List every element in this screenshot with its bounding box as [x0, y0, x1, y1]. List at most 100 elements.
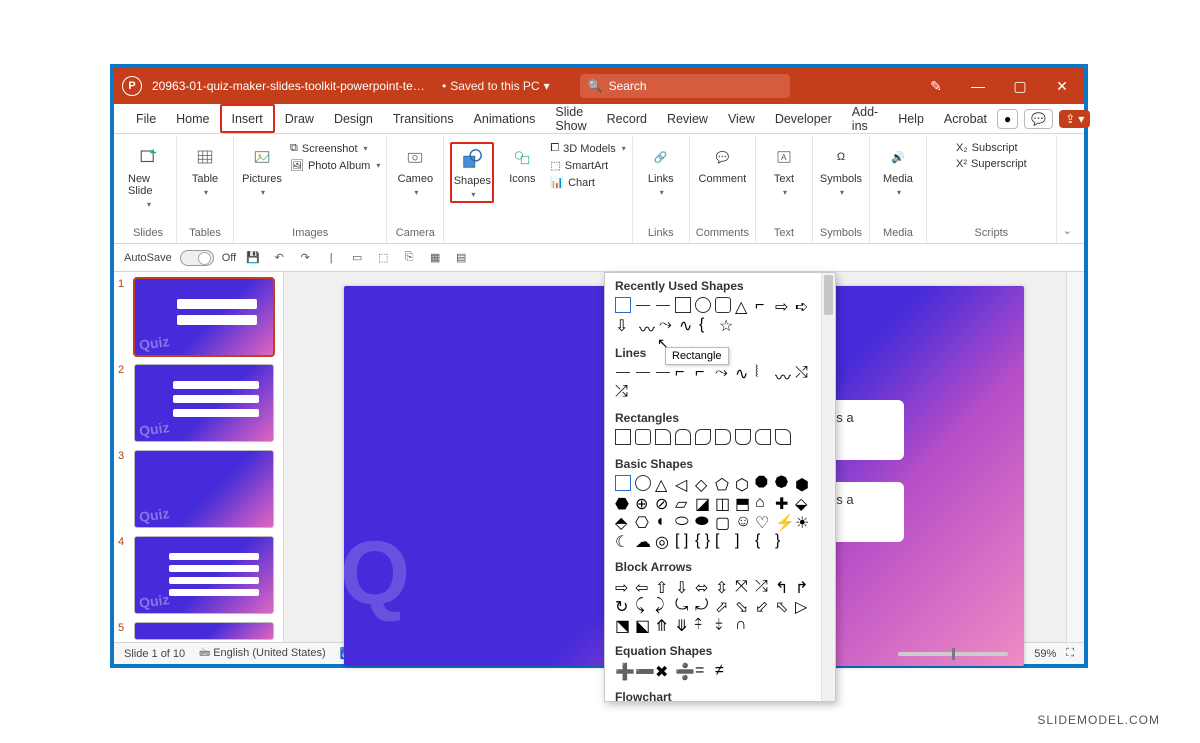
- tab-draw[interactable]: Draw: [275, 104, 324, 133]
- shape-rounded-rect[interactable]: [715, 297, 731, 313]
- comments-toggle[interactable]: 💬: [1024, 109, 1053, 129]
- bshape[interactable]: ▱: [675, 494, 691, 510]
- arrow[interactable]: ⬀: [715, 597, 731, 613]
- photo-album-button[interactable]: 🖼Photo Album: [290, 159, 380, 172]
- bshape[interactable]: ⬡: [735, 475, 751, 491]
- slide-counter[interactable]: Slide 1 of 10: [124, 648, 185, 660]
- subscript-button[interactable]: X₂ Subscript: [956, 142, 1027, 154]
- rect-7[interactable]: [735, 429, 751, 445]
- autosave-toggle[interactable]: [180, 250, 214, 266]
- save-icon[interactable]: 💾: [244, 249, 262, 267]
- tab-review[interactable]: Review: [657, 104, 718, 133]
- arrow[interactable]: ⤸: [655, 597, 671, 613]
- qat-btn-5[interactable]: ▤: [452, 249, 470, 267]
- thumbnail-2[interactable]: Quiz: [134, 364, 274, 442]
- bshape[interactable]: ✚: [775, 494, 791, 510]
- bshape[interactable]: ☾: [615, 532, 631, 548]
- arrow[interactable]: ⤊: [655, 616, 671, 632]
- slide-canvas[interactable]: Q ple text. Insert your here. This is a …: [284, 272, 1084, 642]
- tab-animations[interactable]: Animations: [464, 104, 546, 133]
- bshape[interactable]: ⎔: [635, 513, 651, 529]
- line-conn[interactable]: ⤭: [795, 364, 811, 380]
- line-conn2[interactable]: ⤮: [615, 383, 631, 399]
- fit-button[interactable]: ⛶: [1066, 647, 1074, 660]
- rect-6[interactable]: [715, 429, 731, 445]
- superscript-button[interactable]: X² Superscript: [956, 158, 1027, 170]
- eq-minus[interactable]: ➖: [635, 662, 651, 678]
- bshape[interactable]: ⬠: [715, 475, 731, 491]
- arrow[interactable]: ⤮: [755, 578, 771, 594]
- arrow[interactable]: ⤋: [675, 616, 691, 632]
- eq-neq[interactable]: ≠: [715, 662, 731, 678]
- shape-line[interactable]: [635, 297, 651, 313]
- eq-plus[interactable]: ➕: [615, 662, 631, 678]
- shape-arrow-down[interactable]: ⇩: [615, 316, 631, 332]
- tab-help[interactable]: Help: [888, 104, 934, 133]
- shape-curve[interactable]: 〰: [639, 316, 655, 332]
- eq-div[interactable]: ➗: [675, 662, 691, 678]
- bshape[interactable]: [635, 475, 651, 491]
- rect-5[interactable]: [695, 429, 711, 445]
- bshape[interactable]: △: [655, 475, 671, 491]
- arrow[interactable]: ⬔: [615, 616, 631, 632]
- arrow[interactable]: ⇧: [655, 578, 671, 594]
- line-elbow2[interactable]: ⌐: [695, 364, 711, 380]
- icons-button[interactable]: Icons: [500, 142, 544, 187]
- arrow[interactable]: ▷: [795, 597, 811, 613]
- text-button[interactable]: AText: [762, 142, 806, 199]
- line-3[interactable]: [655, 364, 671, 380]
- bshape[interactable]: { }: [695, 532, 711, 548]
- arrow[interactable]: ⇨: [615, 578, 631, 594]
- thumbnail-3[interactable]: Quiz: [134, 450, 274, 528]
- shape-line-arrow[interactable]: [655, 297, 671, 313]
- bshape[interactable]: ]: [735, 532, 751, 548]
- redo-button[interactable]: ↷: [296, 249, 314, 267]
- bshape[interactable]: ◖: [655, 513, 671, 529]
- tab-acrobat[interactable]: Acrobat: [934, 104, 997, 133]
- arrow[interactable]: ⇦: [635, 578, 651, 594]
- bshape[interactable]: }: [775, 532, 791, 548]
- shape-scribble[interactable]: ∿: [679, 316, 695, 332]
- arrow[interactable]: ↻: [615, 597, 631, 613]
- collapse-ribbon-button[interactable]: ⌄: [1057, 218, 1078, 243]
- bshape[interactable]: ⬢: [795, 475, 811, 491]
- qat-btn-1[interactable]: ▭: [348, 249, 366, 267]
- arrow[interactable]: ⬕: [635, 616, 651, 632]
- shape-connector[interactable]: ⌐: [755, 297, 771, 313]
- qat-btn-2[interactable]: ⬚: [374, 249, 392, 267]
- bshape[interactable]: ⬣: [615, 494, 631, 510]
- shape-freeform[interactable]: ⤳: [659, 316, 675, 332]
- rect-1[interactable]: [615, 429, 631, 445]
- line-curve[interactable]: ⤳: [715, 364, 731, 380]
- tab-developer[interactable]: Developer: [765, 104, 842, 133]
- shapes-scrollbar[interactable]: [821, 273, 835, 701]
- bshape[interactable]: {: [755, 532, 771, 548]
- cameo-button[interactable]: Cameo: [393, 142, 437, 199]
- shape-textbox[interactable]: [615, 297, 631, 313]
- bshape[interactable]: ◫: [715, 494, 731, 510]
- tab-insert[interactable]: Insert: [220, 104, 275, 133]
- table-button[interactable]: Table: [183, 142, 227, 199]
- comment-button[interactable]: 💬Comment: [700, 142, 744, 187]
- rect-9[interactable]: [775, 429, 791, 445]
- bshape[interactable]: ☀: [795, 513, 811, 529]
- bshape[interactable]: [: [715, 532, 731, 548]
- bshape[interactable]: ⯄: [775, 475, 791, 491]
- bshape[interactable]: ⬙: [795, 494, 811, 510]
- bshape[interactable]: ◎: [655, 532, 671, 548]
- shape-arrow-block[interactable]: ➪: [795, 297, 811, 313]
- shape-triangle[interactable]: △: [735, 297, 751, 313]
- bshape[interactable]: ♡: [755, 513, 771, 529]
- vertical-scrollbar[interactable]: [1066, 272, 1084, 642]
- save-status[interactable]: • Saved to this PC ▾: [442, 79, 550, 93]
- bshape[interactable]: ⯃: [755, 475, 771, 491]
- tab-home[interactable]: Home: [166, 104, 219, 133]
- arrow[interactable]: ⬁: [775, 597, 791, 613]
- arrow[interactable]: ⤹: [635, 597, 651, 613]
- bshape[interactable]: ◁: [675, 475, 691, 491]
- 3d-models-button[interactable]: ⧠3D Models: [550, 142, 625, 155]
- arrow[interactable]: ⤉: [695, 616, 711, 632]
- arrow[interactable]: ∩: [735, 616, 751, 632]
- line-free[interactable]: 〰: [775, 364, 791, 380]
- arrow[interactable]: ↰: [775, 578, 791, 594]
